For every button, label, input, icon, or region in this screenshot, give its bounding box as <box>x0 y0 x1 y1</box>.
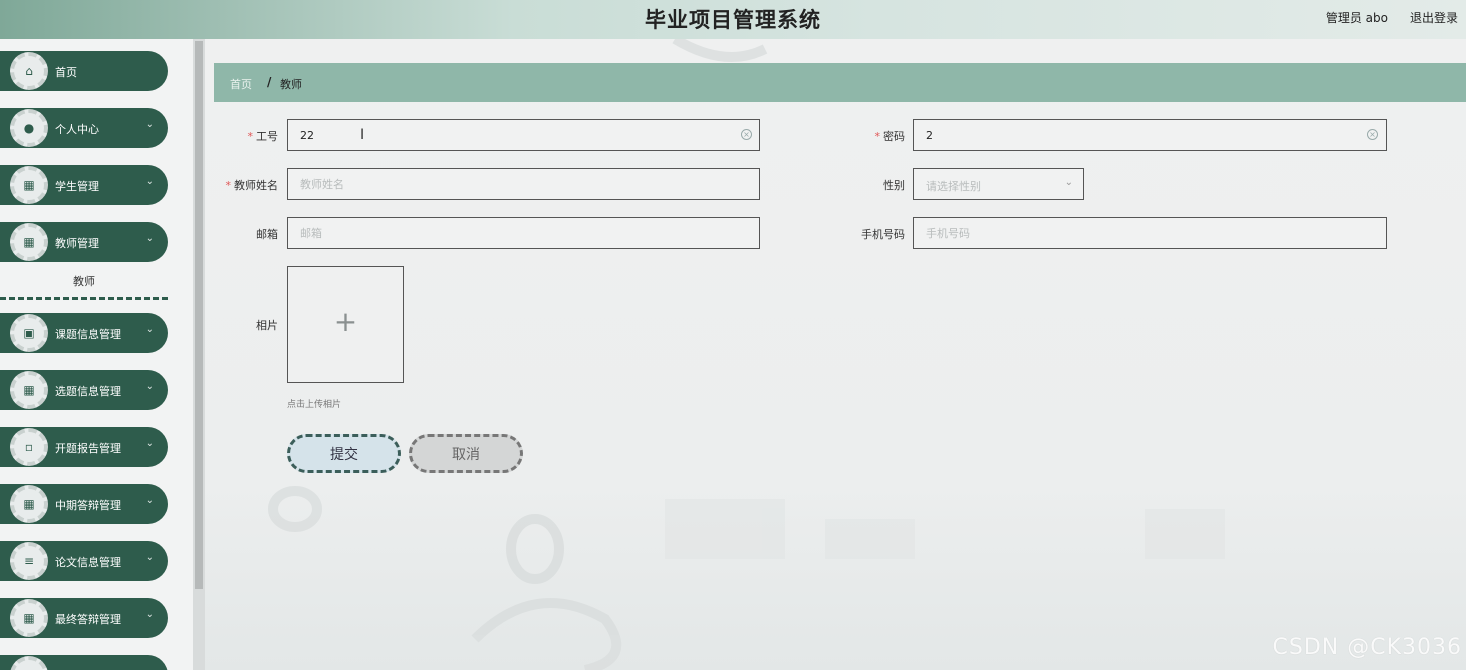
chevron-down-icon: ⌄ <box>145 609 154 620</box>
teacher-name-label-text: 教师姓名 <box>234 179 278 192</box>
clipboard-icon: ▣ <box>10 314 48 352</box>
sidebar-item-label: 学生管理 <box>55 180 99 193</box>
sidebar-item-topic-info[interactable]: ▣ 课题信息管理 ⌄ <box>0 313 168 353</box>
chevron-down-icon: ⌄ <box>145 176 154 187</box>
sidebar-subitem-teacher[interactable]: 教师 <box>0 264 168 300</box>
sidebar-item-label: 首页 <box>55 66 77 79</box>
job-no-input[interactable] <box>287 119 760 151</box>
breadcrumb: 首页 / 教师 <box>214 63 1466 102</box>
breadcrumb-current: 教师 <box>280 78 302 91</box>
sidebar-item-proposal-report[interactable]: ▫ 开题报告管理 ⌄ <box>0 427 168 467</box>
sidebar: ⌂ 首页 ● 个人中心 ⌄ ▦ 学生管理 ⌄ ▦ 教师管理 ⌄ 教师 ▣ 课题信… <box>0 39 193 670</box>
email-label: 邮箱 <box>256 228 278 241</box>
phone-label: 手机号码 <box>861 228 905 241</box>
grid-icon: ▦ <box>10 166 48 204</box>
sidebar-item-label: 中期答辩管理 <box>55 499 121 512</box>
sidebar-item-thesis-info[interactable]: ≡ 论文信息管理 ⌄ <box>0 541 168 581</box>
text-cursor-icon: I <box>360 127 365 143</box>
chevron-down-icon: ⌄ <box>145 233 154 244</box>
sidebar-item-midterm-defense[interactable]: ▦ 中期答辩管理 ⌄ <box>0 484 168 524</box>
sidebar-item-student-management[interactable]: ▦ 学生管理 ⌄ <box>0 165 168 205</box>
upload-hint: 点击上传相片 <box>287 400 342 410</box>
photo-label: 相片 <box>256 319 278 332</box>
scrollbar-thumb[interactable] <box>195 41 203 589</box>
chevron-down-icon: ⌄ <box>145 438 154 449</box>
gender-placeholder: 请选择性别 <box>926 180 981 193</box>
teacher-name-input[interactable] <box>287 168 760 200</box>
required-mark: * <box>225 179 232 192</box>
chevron-down-icon: ⌄ <box>145 381 154 392</box>
sidebar-item-label: 开题报告管理 <box>55 442 121 455</box>
chevron-down-icon: ⌄ <box>145 324 154 335</box>
sidebar-scrollbar[interactable] <box>193 39 205 670</box>
password-label-text: 密码 <box>883 130 905 143</box>
chevron-down-icon: ⌄ <box>1064 177 1073 188</box>
clear-icon[interactable]: × <box>1367 129 1378 140</box>
email-input[interactable] <box>287 217 760 249</box>
password-label: * 密码 <box>855 128 906 144</box>
clear-icon[interactable]: × <box>741 129 752 140</box>
message-icon: ▫ <box>10 428 48 466</box>
sidebar-item-label: 论文信息管理 <box>55 556 121 569</box>
submit-button[interactable]: 提交 <box>287 434 401 473</box>
grid-icon: ▦ <box>10 485 48 523</box>
required-mark: * <box>247 130 254 143</box>
chevron-down-icon: ⌄ <box>145 495 154 506</box>
chevron-down-icon: ⌄ <box>145 552 154 563</box>
plus-icon: + <box>333 305 358 338</box>
sidebar-item-label: 教师管理 <box>55 237 99 250</box>
main-content: 首页 / 教师 *工号 × I *密码 × *教师姓名 性别 请选择性别 ⌄ 邮… <box>205 39 1466 670</box>
grid-icon: ▦ <box>10 599 48 637</box>
cancel-button[interactable]: 取消 <box>409 434 523 473</box>
required-mark: * <box>874 130 881 143</box>
home-icon: ⌂ <box>10 52 48 90</box>
gender-select[interactable]: 请选择性别 ⌄ <box>913 168 1084 200</box>
password-input[interactable] <box>913 119 1387 151</box>
sidebar-item-label: 选题信息管理 <box>55 385 121 398</box>
logout-link[interactable]: 退出登录 <box>1410 9 1458 26</box>
sidebar-item-label: 个人中心 <box>55 123 99 136</box>
grid-icon: ▦ <box>10 371 48 409</box>
sidebar-item-label: 最终答辩管理 <box>55 613 121 626</box>
grid-icon: ▦ <box>10 223 48 261</box>
teacher-name-label: * 教师姓名 <box>219 177 279 193</box>
app-title: 毕业项目管理系统 <box>645 8 821 32</box>
job-no-label-text: 工号 <box>256 130 278 143</box>
sidebar-item-personal-center[interactable]: ● 个人中心 ⌄ <box>0 108 168 148</box>
user-icon: ● <box>10 109 48 147</box>
current-user: 管理员 abo <box>1325 11 1388 25</box>
sidebar-item-home[interactable]: ⌂ 首页 <box>0 51 168 91</box>
watermark: CSDN @CK3036 <box>1272 635 1462 660</box>
photo-upload[interactable]: + <box>287 266 404 383</box>
chevron-down-icon: ⌄ <box>145 119 154 130</box>
sidebar-subitem-label: 教师 <box>73 275 95 288</box>
grid-icon: ▦ <box>10 656 48 670</box>
top-header: 毕业项目管理系统 管理员 abo 退出登录 <box>0 0 1466 39</box>
phone-input[interactable] <box>913 217 1387 249</box>
sidebar-item-teacher-management[interactable]: ▦ 教师管理 ⌄ <box>0 222 168 262</box>
sidebar-item-final-defense[interactable]: ▦ 最终答辩管理 ⌄ <box>0 598 168 638</box>
breadcrumb-separator: / <box>267 75 272 89</box>
list-icon: ≡ <box>10 542 48 580</box>
job-no-label: * 工号 <box>235 128 279 144</box>
gender-label: 性别 <box>883 179 905 192</box>
sidebar-item-label: 课题信息管理 <box>55 328 121 341</box>
sidebar-item-topic-selection[interactable]: ▦ 选题信息管理 ⌄ <box>0 370 168 410</box>
sidebar-item-more[interactable]: ▦ <box>0 655 168 670</box>
breadcrumb-home[interactable]: 首页 <box>230 76 252 92</box>
